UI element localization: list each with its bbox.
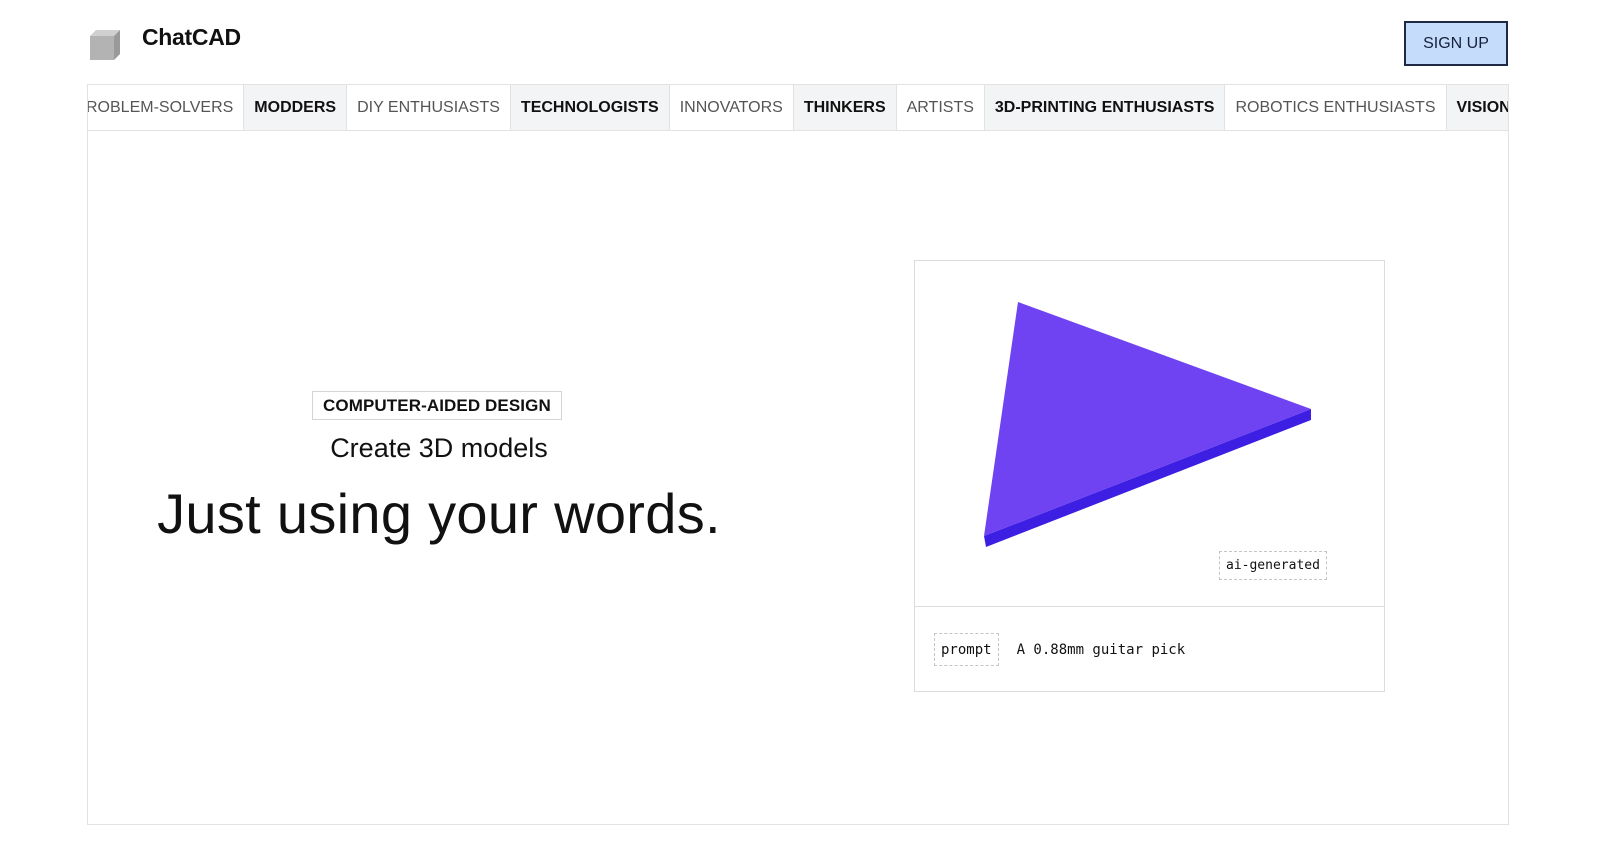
audience-tab[interactable]: DIY ENTHUSIASTS	[347, 85, 511, 130]
audience-tab[interactable]: 3D-PRINTING ENTHUSIASTS	[984, 85, 1226, 130]
prompt-text: A 0.88mm guitar pick	[1016, 641, 1186, 658]
hero-card: ROBLEM-SOLVERS MODDERS DIY ENTHUSIASTS TECH…	[87, 84, 1509, 825]
audience-tab[interactable]: VISIONAR	[1446, 85, 1508, 130]
audience-tab[interactable]: ARTISTS	[897, 85, 985, 130]
model-preview-panel: ai-generated prompt A 0.88mm guitar pick	[914, 260, 1385, 692]
hero-headline: Just using your words.	[157, 482, 721, 545]
sign-up-button[interactable]: SIGN UP	[1404, 21, 1508, 66]
cube-icon[interactable]	[88, 28, 122, 62]
audience-tab[interactable]: THINKERS	[793, 85, 897, 130]
audience-tab[interactable]: ROBOTICS ENTHUSIASTS	[1225, 85, 1447, 130]
audience-tab[interactable]: ROBLEM-SOLVERS	[88, 85, 245, 130]
model-viewport[interactable]: ai-generated	[915, 261, 1384, 607]
model-top-face	[984, 302, 1311, 536]
ai-generated-badge: ai-generated	[1219, 551, 1327, 580]
hero-subhead: Create 3D models	[330, 433, 548, 463]
audience-track: ROBLEM-SOLVERS MODDERS DIY ENTHUSIASTS TECH…	[88, 85, 1508, 130]
prompt-label: prompt	[934, 633, 999, 666]
prompt-row: prompt A 0.88mm guitar pick	[934, 633, 1185, 666]
audience-tab[interactable]: TECHNOLOGISTS	[510, 85, 670, 130]
site-header: ChatCAD SIGN UP	[0, 0, 1601, 84]
audience-tab[interactable]: MODDERS	[244, 85, 348, 130]
brand-name[interactable]: ChatCAD	[142, 24, 241, 51]
eyebrow-badge: COMPUTER-AIDED DESIGN	[312, 391, 562, 420]
audience-tab[interactable]: INNOVATORS	[670, 85, 794, 130]
audience-strip[interactable]: ROBLEM-SOLVERS MODDERS DIY ENTHUSIASTS TECH…	[88, 85, 1508, 131]
